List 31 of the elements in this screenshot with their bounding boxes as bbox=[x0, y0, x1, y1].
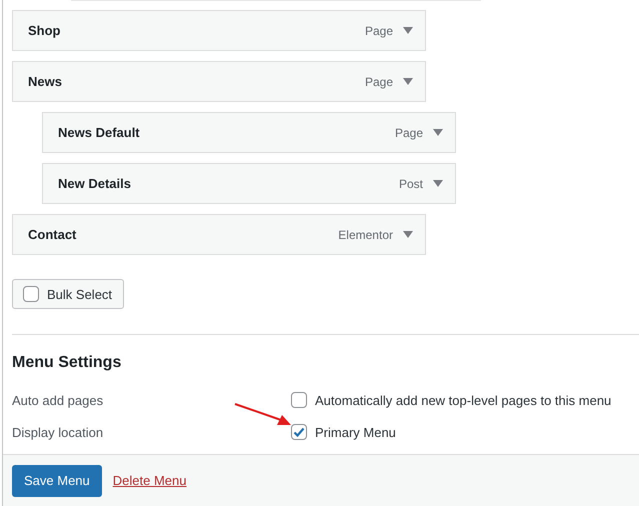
checkbox[interactable] bbox=[291, 392, 307, 408]
caret-icon[interactable] bbox=[433, 180, 443, 187]
delete-menu-link[interactable]: Delete Menu bbox=[112, 473, 186, 488]
menu-item-title: New Details bbox=[58, 176, 132, 191]
bulk-select-button[interactable]: Bulk Select bbox=[12, 279, 124, 309]
item-type: Page bbox=[394, 126, 423, 140]
save-menu-button[interactable]: Save Menu bbox=[12, 464, 102, 496]
menu-item[interactable]: Contact Elementor bbox=[12, 214, 426, 255]
item-type: Post bbox=[398, 176, 423, 190]
caret-icon[interactable] bbox=[433, 129, 443, 136]
checkbox[interactable] bbox=[291, 424, 307, 440]
setting-label: Auto add pages bbox=[12, 392, 104, 408]
menu-item[interactable]: News Default Page bbox=[42, 112, 456, 153]
menu-item-title: Shop bbox=[28, 23, 62, 38]
caret-icon[interactable] bbox=[403, 231, 413, 238]
menu-item[interactable]: New Details Post bbox=[42, 163, 456, 204]
menu-item[interactable]: Shop Page bbox=[12, 10, 426, 51]
item-type: Page bbox=[364, 24, 393, 38]
checkbox[interactable] bbox=[23, 286, 39, 302]
caret-icon[interactable] bbox=[403, 27, 413, 34]
menu-item-title: News bbox=[28, 74, 63, 89]
checkbox-label[interactable]: Primary Menu bbox=[315, 424, 396, 440]
menu-item-title: News Default bbox=[58, 125, 141, 140]
menu-item-title: Contact bbox=[28, 227, 78, 242]
item-type: Elementor bbox=[338, 228, 393, 242]
item-type: Page bbox=[364, 74, 393, 88]
setting-label: Display location bbox=[12, 424, 104, 440]
checkbox-label[interactable]: Automatically add new top-level pages to this menu bbox=[315, 392, 612, 408]
section-heading: Menu Settings bbox=[12, 354, 122, 372]
caret-icon[interactable] bbox=[403, 78, 413, 85]
menu-item[interactable]: News Page bbox=[12, 61, 426, 102]
